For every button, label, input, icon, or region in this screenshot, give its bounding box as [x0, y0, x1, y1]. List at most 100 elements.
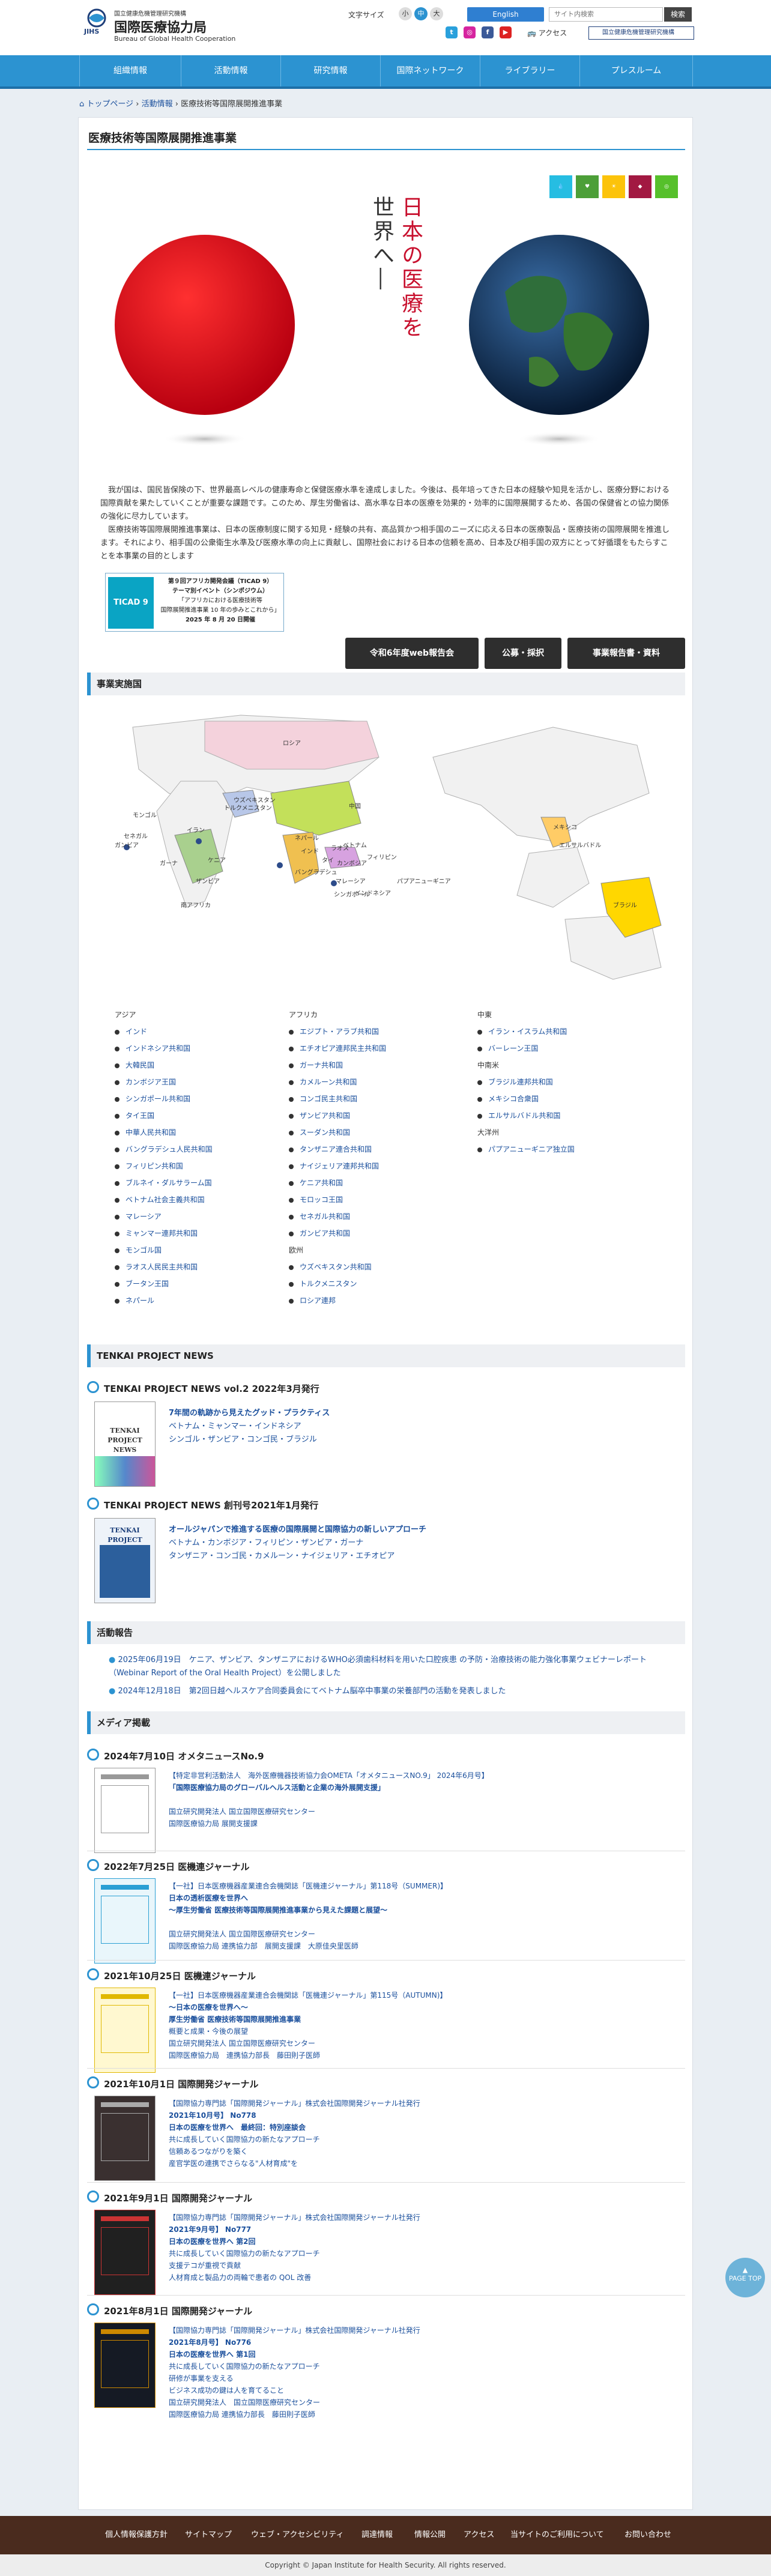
footer-link[interactable]: お問い合わせ: [624, 2516, 671, 2554]
country-link[interactable]: ミャンマー連邦共和国: [115, 1225, 271, 1242]
country-name: インドネシア共和国: [125, 1044, 191, 1053]
media-heading: 2021年10月25日 医機連ジャーナル: [87, 1968, 256, 1982]
map-label: ベトナム: [343, 842, 367, 849]
font-size-small-button[interactable]: 小: [399, 7, 412, 20]
media-text-line: 支援テコが重視で貢献: [169, 2261, 241, 2270]
twitter-icon[interactable]: t: [446, 26, 458, 38]
country-link[interactable]: ブラジル連邦共和国: [477, 1074, 646, 1090]
country-link[interactable]: パプアニューギニア独立国: [477, 1141, 646, 1158]
nav-item-activities[interactable]: 活動情報: [181, 55, 281, 86]
country-link[interactable]: バーレーン王国: [477, 1040, 646, 1057]
country-link[interactable]: フィリピン共和国: [115, 1158, 271, 1175]
country-link[interactable]: モンゴル国: [115, 1242, 271, 1259]
nav-item-network[interactable]: 国際ネットワーク: [381, 55, 480, 86]
country-link[interactable]: タンザニア連合共和国: [289, 1141, 457, 1158]
country-link[interactable]: エルサルバドル共和国: [477, 1107, 646, 1124]
tenkai-link-1[interactable]: 7年間の軌跡から見えたグッド・プラクティス: [169, 1406, 330, 1418]
footer-link[interactable]: アクセス: [464, 2516, 494, 2554]
access-link[interactable]: 🚌 アクセス: [527, 28, 567, 38]
media-cover-image[interactable]: [94, 2096, 156, 2181]
country-link[interactable]: タイ王国: [115, 1107, 271, 1124]
country-link[interactable]: モロッコ王国: [289, 1191, 457, 1208]
country-link[interactable]: コンゴ民主共和国: [289, 1090, 457, 1107]
footer-link[interactable]: 情報公開: [414, 2516, 446, 2554]
nav-item-library[interactable]: ライブラリー: [480, 55, 580, 86]
footer-link[interactable]: 個人情報保護方針: [105, 2516, 168, 2554]
media-text-line[interactable]: 【一社】日本医療機器産業連合会機関誌「医機連ジャーナル」第118号（SUMMER…: [169, 1881, 447, 1891]
country-link[interactable]: ネパール: [115, 1292, 271, 1309]
nav-item-research[interactable]: 研究情報: [281, 55, 381, 86]
country-link[interactable]: マレーシア: [115, 1208, 271, 1225]
country-link[interactable]: ロシア連邦: [289, 1292, 457, 1309]
web-report-button[interactable]: 令和6年度web報告会: [345, 638, 479, 669]
ncgm-link[interactable]: 国立健康危機管理研究機構: [588, 26, 694, 40]
country-link[interactable]: ブータン王国: [115, 1275, 271, 1292]
country-link[interactable]: ガンビア共和国: [289, 1225, 457, 1242]
media-text-line[interactable]: 【一社】日本医療機器産業連合会機関誌「医機連ジャーナル」第115号（AUTUMN…: [169, 1990, 447, 2000]
font-size-large-button[interactable]: 大: [430, 7, 443, 20]
facebook-icon[interactable]: f: [482, 26, 494, 38]
country-link[interactable]: ケニア共和国: [289, 1175, 457, 1191]
country-link[interactable]: カメルーン共和国: [289, 1074, 457, 1090]
media-text-line[interactable]: 【特定非営利活動法人 海外医療機器技術協力会OMETA「オメタニュースNO.9」…: [169, 1770, 489, 1780]
country-link[interactable]: メキシコ合衆国: [477, 1090, 646, 1107]
country-items-africa: エジプト・アラブ共和国 エチオピア連邦民主共和国 ガーナ共和国 カメルーン共和国 コンゴ…: [289, 1023, 457, 1242]
country-link[interactable]: イラン・イスラム共和国: [477, 1023, 646, 1040]
media-text-line[interactable]: 【国際協力専門誌「国際開発ジャーナル」株式会社国際開発ジャーナル社発行: [169, 2325, 420, 2335]
page-top-button[interactable]: ▲ PAGE TOP: [725, 2258, 765, 2297]
country-group-title: アフリカ: [289, 1011, 318, 1019]
country-link[interactable]: ナイジェリア連邦共和国: [289, 1158, 457, 1175]
bullet-icon: [477, 1080, 482, 1085]
country-link[interactable]: 中華人民共和国: [115, 1124, 271, 1141]
search-button[interactable]: 検索: [664, 7, 692, 22]
divider: [87, 2068, 685, 2069]
country-link[interactable]: インド: [115, 1023, 271, 1040]
media-cover-image[interactable]: [94, 1988, 156, 2073]
country-link[interactable]: 大韓民国: [115, 1057, 271, 1074]
nav-item-organization[interactable]: 組織情報: [79, 55, 181, 86]
recruitment-button[interactable]: 公募・採択: [485, 638, 561, 669]
footer-link[interactable]: 調達情報: [361, 2516, 393, 2554]
media-cover-image[interactable]: [94, 2210, 156, 2295]
tenkai-cover-2[interactable]: TENKAI PROJECT NEWS: [94, 1518, 156, 1603]
country-link[interactable]: バングラデシュ人民共和国: [115, 1141, 271, 1158]
country-link[interactable]: スーダン共和国: [289, 1124, 457, 1141]
country-link[interactable]: ブルネイ・ダルサラーム国: [115, 1175, 271, 1191]
media-cover-image[interactable]: [94, 1878, 156, 1964]
activity-report-2[interactable]: ● 2024年12月18日 第2回日越ヘルスケア合同委員会にてベトナム脳卒中事業…: [109, 1685, 649, 1698]
ticad-banner[interactable]: TICAD 9 第９回アフリカ開発会議（TICAD 9） テーマ別イベント（シン…: [105, 573, 284, 632]
footer-link[interactable]: ウェブ・アクセシビリティ: [251, 2516, 344, 2554]
country-link[interactable]: ラオス人民民主共和国: [115, 1259, 271, 1275]
footer-link[interactable]: サイトマップ: [185, 2516, 232, 2554]
country-link[interactable]: ウズベキスタン共和国: [289, 1259, 457, 1275]
country-link[interactable]: シンガポール共和国: [115, 1090, 271, 1107]
nav-item-pressroom[interactable]: プレスルーム: [580, 55, 693, 86]
font-size-medium-button[interactable]: 中: [414, 7, 428, 20]
country-link[interactable]: エジプト・アラブ共和国: [289, 1023, 457, 1040]
country-link[interactable]: セネガル共和国: [289, 1208, 457, 1225]
footer-link[interactable]: 当サイトのご利用について: [510, 2516, 604, 2554]
media-text-line[interactable]: 【国際協力専門誌「国際開発ジャーナル」株式会社国際開発ジャーナル社発行: [169, 2212, 420, 2222]
media-text-line[interactable]: 【国際協力専門誌「国際開発ジャーナル」株式会社国際開発ジャーナル社発行: [169, 2098, 420, 2108]
country-link[interactable]: ザンビア共和国: [289, 1107, 457, 1124]
media-cover-image[interactable]: [94, 2323, 156, 2408]
jihs-logo-icon[interactable]: JIHS: [83, 7, 110, 35]
youtube-icon[interactable]: ▶: [500, 26, 512, 38]
breadcrumb-home[interactable]: トップページ: [86, 100, 133, 109]
country-link[interactable]: エチオピア連邦民主共和国: [289, 1040, 457, 1057]
logo-title[interactable]: 国際医療協力局: [114, 17, 207, 36]
english-button[interactable]: English: [467, 7, 544, 22]
tenkai-link-2[interactable]: オールジャパンで推進する医療の国際展開と国際協力の新しいアプローチ: [169, 1523, 426, 1534]
instagram-icon[interactable]: ◎: [464, 26, 476, 38]
tenkai-cover-1[interactable]: TENKAI PROJECT NEWS: [94, 1401, 156, 1487]
search-input[interactable]: [549, 7, 663, 22]
breadcrumb-activities[interactable]: 活動情報: [142, 100, 173, 109]
country-link[interactable]: ベトナム社会主義共和国: [115, 1191, 271, 1208]
country-link[interactable]: トルクメニスタン: [289, 1275, 457, 1292]
media-cover-image[interactable]: [94, 1768, 156, 1853]
country-link[interactable]: カンボジア王国: [115, 1074, 271, 1090]
reports-button[interactable]: 事業報告書・資料: [567, 638, 685, 669]
activity-report-1[interactable]: ● 2025年06月19日 ケニア、ザンビア、タンザニアにおけるWHO必須歯科材…: [109, 1654, 649, 1680]
country-link[interactable]: ガーナ共和国: [289, 1057, 457, 1074]
country-link[interactable]: インドネシア共和国: [115, 1040, 271, 1057]
